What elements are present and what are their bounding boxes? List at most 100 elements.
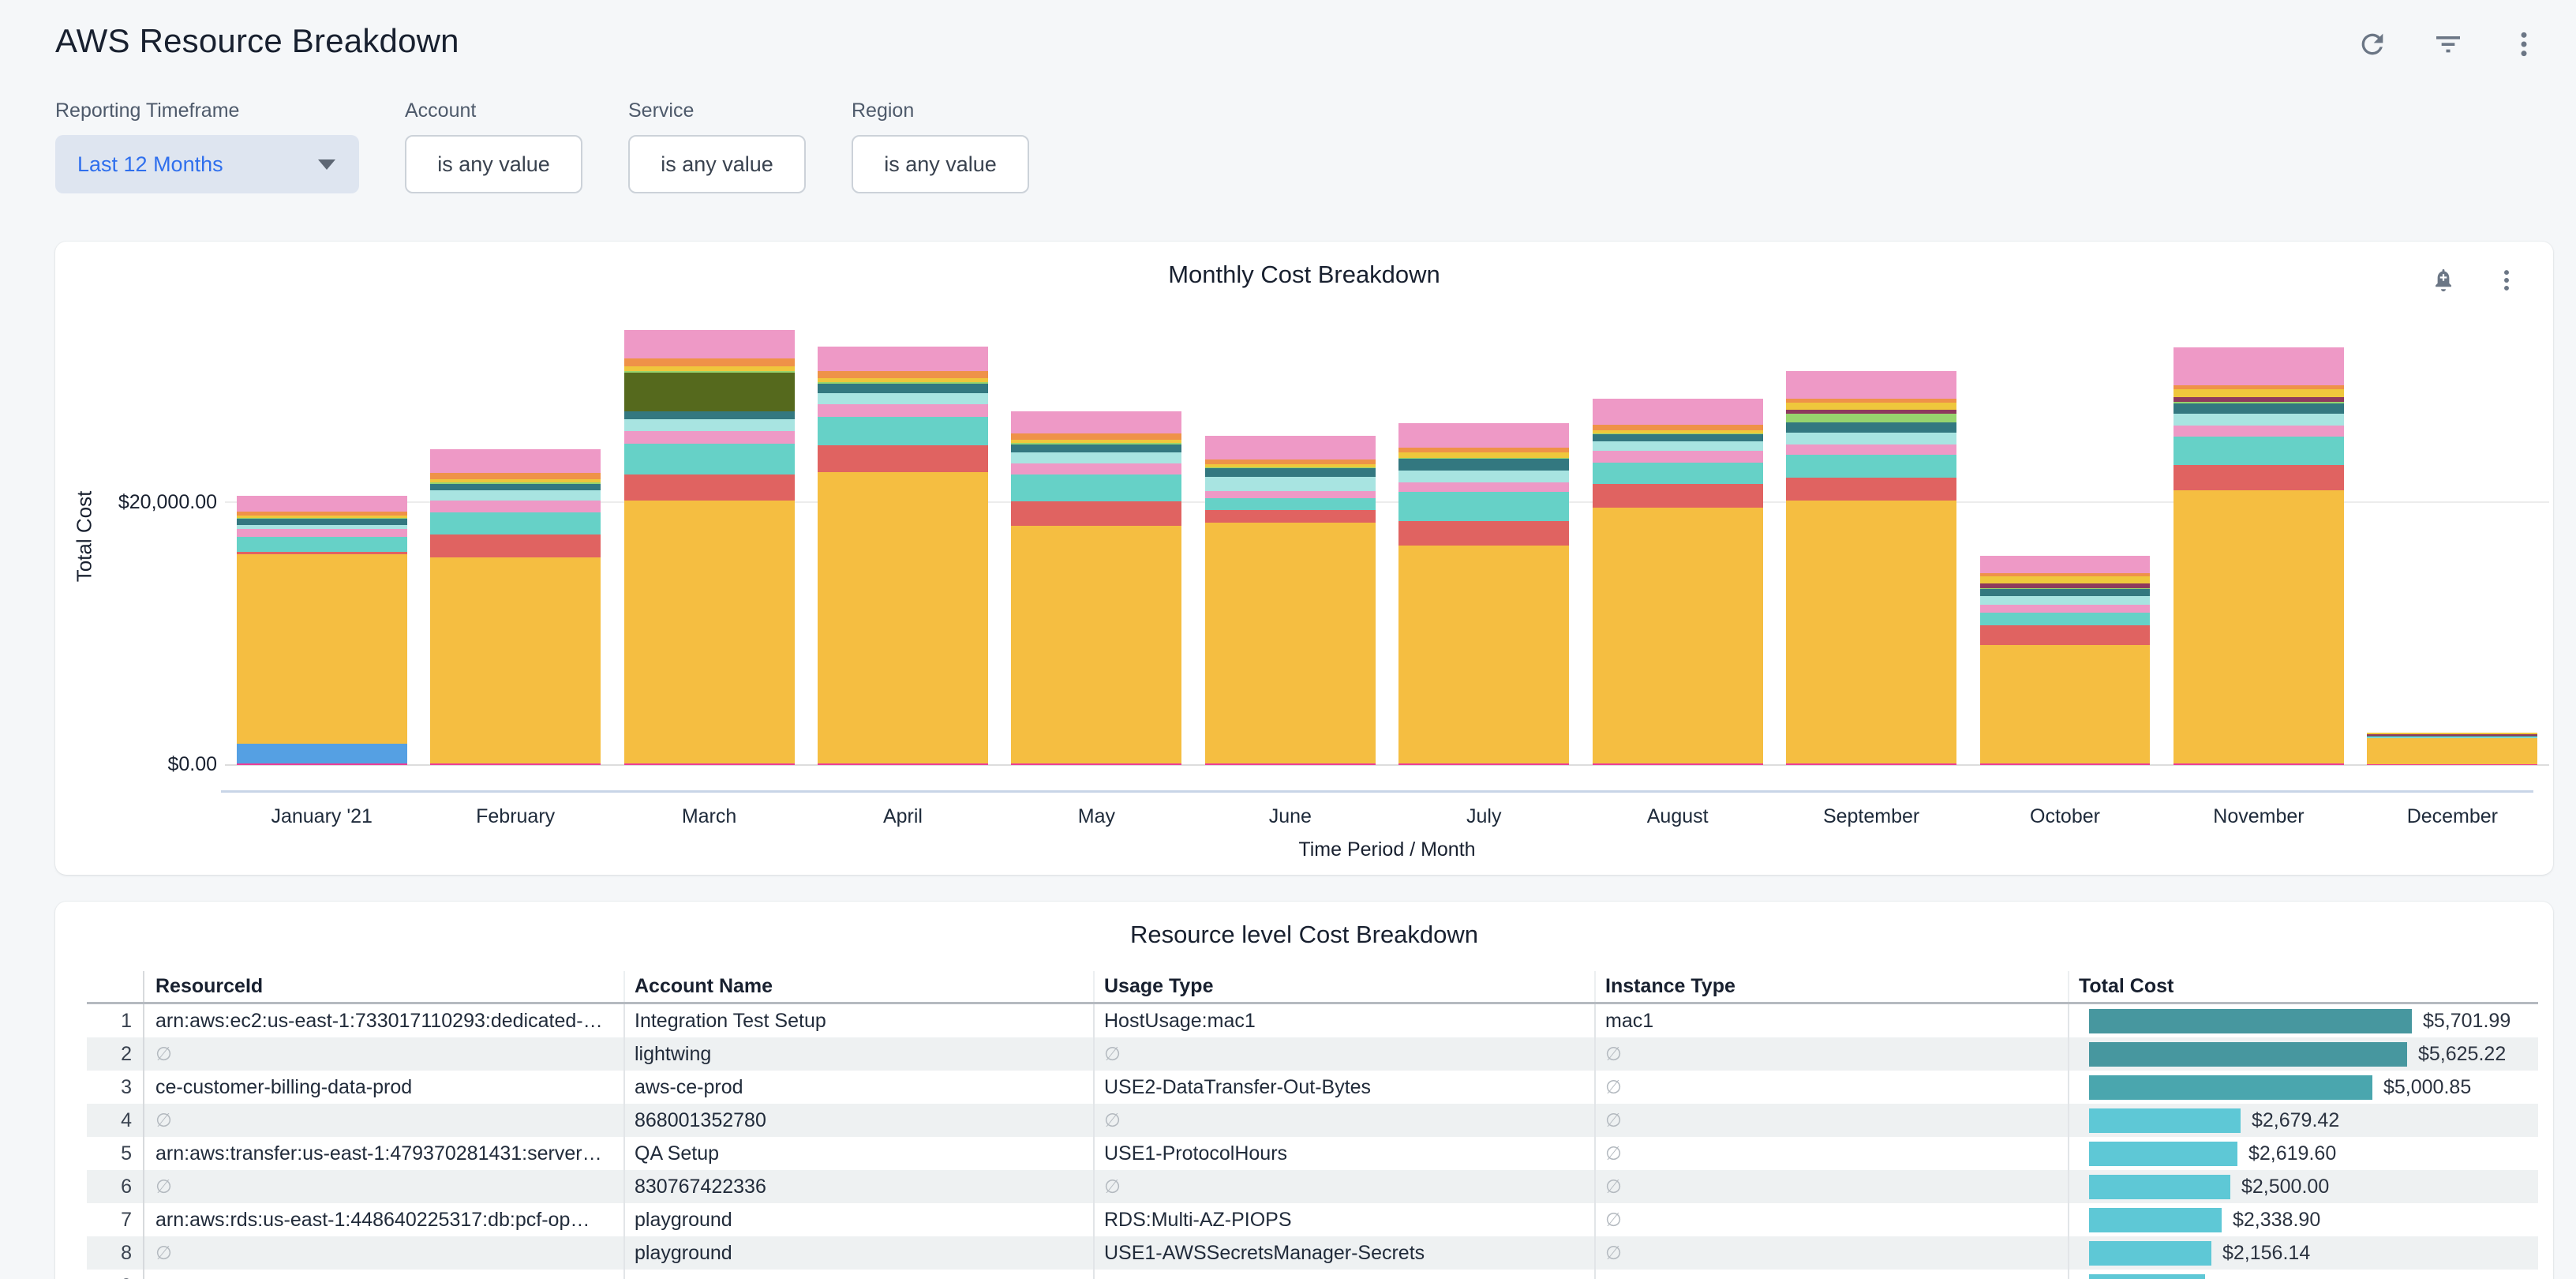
bar-segment-series-pink[interactable] xyxy=(2174,426,2344,437)
bar-segment-series-amber[interactable] xyxy=(1398,546,1569,763)
service-filter-button[interactable]: is any value xyxy=(628,135,806,193)
bar-segment-series-red[interactable] xyxy=(1011,501,1181,527)
bar-segment-series-toppink[interactable] xyxy=(1011,411,1181,433)
bar-segment-series-pink[interactable] xyxy=(1593,451,1763,462)
bar-segment-series-teal[interactable] xyxy=(237,537,407,553)
bar-segment-series-gold[interactable] xyxy=(1398,452,1569,459)
bar-segment-series-darkteal[interactable] xyxy=(1786,422,1956,432)
column-header-usage-type[interactable]: Usage Type xyxy=(1093,971,1594,1002)
bar-segment-series-magenta[interactable] xyxy=(430,763,601,765)
bar-segment-series-magenta[interactable] xyxy=(1980,763,2151,765)
bar-segment-series-red[interactable] xyxy=(1786,478,1956,501)
bar-segment-series-red[interactable] xyxy=(1205,510,1376,523)
bar-segment-series-magenta[interactable] xyxy=(1205,763,1376,765)
bar-segment-series-darkteal[interactable] xyxy=(237,519,407,525)
bar-segment-series-teal[interactable] xyxy=(430,512,601,534)
bar-segment-series-darkteal[interactable] xyxy=(430,484,601,490)
bar-segment-series-toppink[interactable] xyxy=(1398,423,1569,448)
stacked-bar-6[interactable] xyxy=(1205,436,1376,765)
stacked-bar-3[interactable] xyxy=(624,330,795,765)
bar-segment-series-toppink[interactable] xyxy=(1786,371,1956,399)
bar-segment-series-red[interactable] xyxy=(818,445,988,472)
bar-segment-series-red[interactable] xyxy=(430,534,601,557)
bar-segment-series-aqua[interactable] xyxy=(2174,414,2344,426)
bar-segment-series-orange[interactable] xyxy=(818,371,988,378)
bar-segment-series-amber[interactable] xyxy=(2174,490,2344,763)
bar-segment-series-orange[interactable] xyxy=(430,473,601,479)
stacked-bar-9[interactable] xyxy=(1786,371,1956,765)
stacked-bar-2[interactable] xyxy=(430,449,601,765)
bar-segment-series-red[interactable] xyxy=(1398,521,1569,546)
bar-segment-series-orange[interactable] xyxy=(624,358,795,366)
bar-segment-series-teal[interactable] xyxy=(2174,437,2344,465)
stacked-bar-10[interactable] xyxy=(1980,556,2151,765)
bar-segment-series-pink[interactable] xyxy=(624,431,795,444)
bar-segment-series-toppink[interactable] xyxy=(1205,436,1376,460)
account-filter-button[interactable]: is any value xyxy=(405,135,582,193)
bar-segment-series-darkteal[interactable] xyxy=(1205,468,1376,477)
bar-segment-series-amber[interactable] xyxy=(818,472,988,763)
stacked-bar-1[interactable] xyxy=(237,496,407,765)
bar-segment-series-pink[interactable] xyxy=(818,404,988,417)
bar-segment-series-orange[interactable] xyxy=(1593,425,1763,430)
bar-segment-series-olive[interactable] xyxy=(624,373,795,411)
bar-segment-series-darkteal[interactable] xyxy=(624,411,795,419)
bar-segment-series-teal[interactable] xyxy=(818,417,988,445)
bar-segment-series-amber[interactable] xyxy=(1980,645,2151,763)
stacked-bar-5[interactable] xyxy=(1011,411,1181,765)
column-header-account-name[interactable]: Account Name xyxy=(623,971,1093,1002)
bar-segment-series-pink[interactable] xyxy=(237,529,407,536)
bar-segment-series-darkteal[interactable] xyxy=(818,384,988,393)
bar-segment-series-magenta[interactable] xyxy=(1398,763,1569,765)
bar-segment-series-magenta[interactable] xyxy=(624,763,795,765)
bar-segment-series-toppink[interactable] xyxy=(1980,556,2151,573)
bar-segment-series-blue[interactable] xyxy=(237,744,407,763)
bar-segment-series-pink[interactable] xyxy=(430,501,601,512)
bar-segment-series-pink[interactable] xyxy=(1398,482,1569,492)
bar-segment-series-aqua[interactable] xyxy=(430,490,601,501)
bar-segment-series-magenta[interactable] xyxy=(237,763,407,765)
bar-segment-series-toppink[interactable] xyxy=(818,347,988,372)
bar-segment-series-amber[interactable] xyxy=(237,554,407,744)
refresh-icon[interactable] xyxy=(2355,27,2390,62)
more-vert-icon[interactable] xyxy=(2507,27,2541,62)
bar-segment-series-teal[interactable] xyxy=(1786,455,1956,478)
bar-segment-series-lime[interactable] xyxy=(1786,414,1956,423)
region-filter-button[interactable]: is any value xyxy=(852,135,1029,193)
bar-segment-series-toppink[interactable] xyxy=(2174,347,2344,385)
bar-segment-series-toppink[interactable] xyxy=(1593,399,1763,425)
bar-segment-series-aqua[interactable] xyxy=(1398,471,1569,483)
bar-segment-series-darkteal[interactable] xyxy=(1980,589,2151,595)
bar-segment-series-amber[interactable] xyxy=(1011,526,1181,763)
bar-segment-series-amber[interactable] xyxy=(430,557,601,763)
bar-segment-series-teal[interactable] xyxy=(1011,474,1181,501)
bar-segment-series-teal[interactable] xyxy=(1205,498,1376,510)
stacked-bar-11[interactable] xyxy=(2174,347,2344,765)
bar-segment-series-aqua[interactable] xyxy=(1980,596,2151,606)
bar-segment-series-red[interactable] xyxy=(1980,625,2151,645)
bar-segment-series-toppink[interactable] xyxy=(237,496,407,511)
bar-segment-series-aqua[interactable] xyxy=(818,393,988,405)
bar-segment-series-red[interactable] xyxy=(1593,484,1763,508)
bar-segment-series-amber[interactable] xyxy=(1593,508,1763,763)
bar-segment-series-pink[interactable] xyxy=(1980,605,2151,613)
bar-segment-series-pink[interactable] xyxy=(1011,463,1181,474)
bar-segment-series-magenta[interactable] xyxy=(1011,763,1181,765)
bar-segment-series-aqua[interactable] xyxy=(1205,477,1376,490)
column-header-instance-type[interactable]: Instance Type xyxy=(1594,971,2068,1002)
bar-segment-series-darkteal[interactable] xyxy=(1593,434,1763,441)
bar-segment-series-aqua[interactable] xyxy=(624,419,795,432)
bar-segment-series-orange[interactable] xyxy=(1011,433,1181,440)
filter-icon[interactable] xyxy=(2431,27,2466,62)
column-header-total-cost[interactable]: Total Cost xyxy=(2068,971,2538,1002)
bar-segment-series-teal[interactable] xyxy=(1593,463,1763,484)
bar-segment-series-aqua[interactable] xyxy=(1011,452,1181,463)
bar-segment-series-toppink[interactable] xyxy=(430,449,601,474)
bar-segment-series-gold[interactable] xyxy=(1980,576,2151,583)
bar-segment-series-amber[interactable] xyxy=(2367,738,2537,764)
bar-segment-series-teal[interactable] xyxy=(1980,613,2151,625)
column-header-resourceid[interactable]: ResourceId xyxy=(144,971,623,1002)
stacked-bar-7[interactable] xyxy=(1398,423,1569,765)
bar-segment-series-darkteal[interactable] xyxy=(1011,444,1181,453)
bar-segment-series-darkteal[interactable] xyxy=(2174,403,2344,414)
